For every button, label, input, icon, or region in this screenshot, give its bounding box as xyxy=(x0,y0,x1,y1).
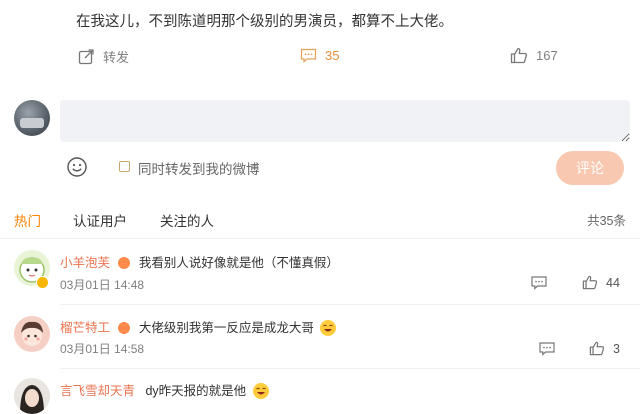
divider xyxy=(60,304,640,305)
tab-verified-users[interactable]: 认证用户 xyxy=(73,210,127,230)
comment-like-count: 3 xyxy=(613,341,620,356)
repost-icon xyxy=(78,49,94,65)
thumbs-up-icon xyxy=(510,47,528,64)
comment-text: 大佬级别我第一反应是成龙大哥 xyxy=(138,321,314,335)
commenter-name[interactable]: 言飞雪却天青 xyxy=(60,384,135,398)
comment-icon xyxy=(539,342,555,356)
comment-count: 35 xyxy=(325,48,340,63)
divider xyxy=(0,238,640,239)
like-button[interactable]: 167 xyxy=(510,47,558,64)
laughing-emoji-icon xyxy=(252,382,269,399)
current-user-avatar xyxy=(14,100,50,136)
sync-repost-label: 同时转发到我的微博 xyxy=(138,162,260,177)
repost-button[interactable]: 转发 xyxy=(78,47,129,66)
comment-time: 03月01日 14:48 xyxy=(60,278,145,292)
comment-like-button[interactable]: 44 xyxy=(582,275,620,290)
repost-label: 转发 xyxy=(103,50,130,65)
thumbs-up-icon xyxy=(582,275,598,290)
reply-button[interactable] xyxy=(539,342,555,361)
post-text: 在我这儿，不到陈道明那个级别的男演员，都算不上大佬。 xyxy=(76,14,453,30)
like-count: 167 xyxy=(536,48,558,63)
comment-input[interactable] xyxy=(60,100,630,142)
emoji-icon xyxy=(67,157,87,177)
submit-comment-button[interactable]: 评论 xyxy=(556,151,624,185)
comment-like-count: 44 xyxy=(606,275,620,290)
reply-button[interactable] xyxy=(531,276,547,295)
commenter-avatar xyxy=(14,378,50,414)
comment-text: 我看别人说好像就是他（不懂真假） xyxy=(138,256,339,270)
vip-badge-icon xyxy=(118,321,131,334)
sync-repost-checkbox[interactable] xyxy=(119,161,130,172)
emoji-button[interactable] xyxy=(66,156,88,183)
thumbs-up-icon xyxy=(589,341,605,356)
comment-icon xyxy=(300,48,317,63)
comment-icon xyxy=(531,276,547,290)
laughing-emoji-icon xyxy=(320,319,337,336)
verified-badge xyxy=(36,276,49,289)
comment-count-button[interactable]: 35 xyxy=(300,48,339,63)
tab-hot[interactable]: 热门 xyxy=(14,210,41,230)
commenter-avatar xyxy=(14,316,50,352)
divider xyxy=(60,368,640,369)
commenter-name[interactable]: 小羊泡芙 xyxy=(60,256,110,270)
vip-badge-icon xyxy=(118,256,131,269)
comment-text: dy昨天报的就是他 xyxy=(145,384,247,398)
comment-total: 共35条 xyxy=(587,214,626,228)
comment-like-button[interactable]: 3 xyxy=(589,341,620,356)
comment-time: 03月01日 14:58 xyxy=(60,342,145,356)
tab-following[interactable]: 关注的人 xyxy=(160,210,214,230)
commenter-name[interactable]: 榴芒特工 xyxy=(60,321,110,335)
